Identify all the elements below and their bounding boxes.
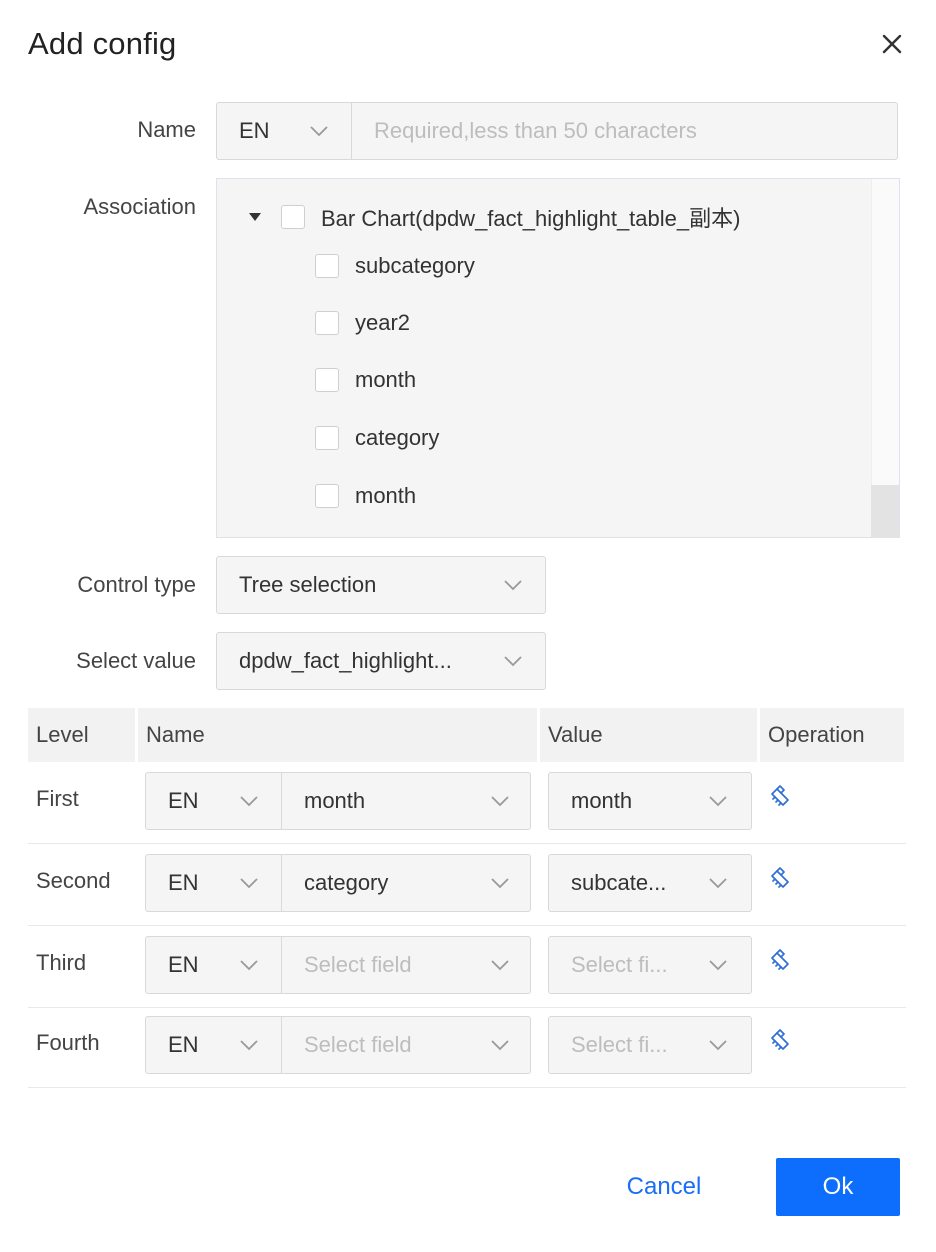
tree-item[interactable]: subcategory — [315, 253, 475, 279]
tree-item-label: month — [355, 483, 417, 508]
chevron-down-icon — [240, 1040, 258, 1051]
chevron-down-icon — [709, 878, 727, 889]
tree-root-item[interactable]: Bar Chart(dpdw_fact_highlight_table_副本) — [249, 201, 740, 233]
lang-select[interactable]: EN — [146, 773, 281, 829]
tree-item-checkbox[interactable] — [315, 426, 339, 450]
caret-down-icon[interactable] — [249, 213, 261, 221]
value-field-select[interactable]: Select fi... — [548, 936, 752, 994]
table-row: Fourth EN Select field Select fi... — [28, 1006, 906, 1088]
name-lang-value: EN — [239, 118, 270, 143]
chevron-down-icon — [310, 126, 328, 137]
select-value-select[interactable]: dpdw_fact_highlight... — [216, 632, 546, 690]
control-type-value: Tree selection — [239, 572, 377, 597]
table-row: Second EN category subcate... — [28, 844, 906, 926]
level-label: First — [36, 786, 79, 811]
close-icon[interactable] — [877, 29, 907, 59]
chevron-down-icon — [240, 878, 258, 889]
header-name: Name — [138, 708, 537, 762]
tree-item[interactable]: category — [315, 425, 439, 451]
name-field-value: Select field — [304, 1032, 412, 1057]
value-field-select[interactable]: month — [548, 772, 752, 830]
tree-item-label: subcategory — [355, 253, 475, 278]
name-input-placeholder: Required,less than 50 characters — [374, 118, 697, 143]
ok-button[interactable]: Ok — [776, 1158, 900, 1216]
value-field-select[interactable]: Select fi... — [548, 1016, 752, 1074]
chevron-down-icon — [491, 960, 509, 971]
clear-icon[interactable] — [767, 1028, 793, 1054]
name-field-value: Select field — [304, 952, 412, 977]
header-value: Value — [540, 708, 757, 762]
chevron-down-icon — [709, 1040, 727, 1051]
level-label: Fourth — [36, 1030, 100, 1055]
field-select-group: EN Select field — [145, 936, 531, 994]
chevron-down-icon — [504, 656, 522, 667]
name-field-select[interactable]: month — [281, 773, 530, 829]
lang-value: EN — [168, 1032, 199, 1057]
tree-item-label: year2 — [355, 310, 411, 335]
name-field-select[interactable]: Select field — [281, 937, 530, 993]
tree-scrollbar[interactable] — [871, 179, 899, 537]
clear-icon[interactable] — [767, 784, 793, 810]
name-field-select[interactable]: Select field — [281, 1017, 530, 1073]
value-field-value: subcate... — [571, 870, 667, 895]
chevron-down-icon — [491, 878, 509, 889]
chevron-down-icon — [491, 1040, 509, 1051]
tree-item[interactable]: month — [315, 483, 416, 509]
tree-item[interactable]: month — [315, 367, 416, 393]
lang-select[interactable]: EN — [146, 937, 281, 993]
header-operation: Operation — [760, 708, 904, 762]
name-field-select[interactable]: category — [281, 855, 530, 911]
chevron-down-icon — [504, 580, 522, 591]
value-field-value: month — [571, 788, 633, 813]
header-level: Level — [28, 708, 135, 762]
level-label: Second — [36, 868, 111, 893]
field-select-group: EN category — [145, 854, 531, 912]
tree-item-checkbox[interactable] — [315, 368, 339, 392]
tree-item-checkbox[interactable] — [315, 254, 339, 278]
select-value-value: dpdw_fact_highlight... — [239, 648, 452, 673]
lang-value: EN — [168, 870, 199, 895]
table-row: Third EN Select field Select fi... — [28, 926, 906, 1008]
tree-item-checkbox[interactable] — [315, 311, 339, 335]
tree-root-checkbox[interactable] — [281, 205, 305, 229]
name-lang-select[interactable]: EN — [217, 103, 351, 159]
value-field-value: Select fi... — [571, 1032, 668, 1057]
clear-icon[interactable] — [767, 866, 793, 892]
tree-item-label: month — [355, 367, 417, 392]
table-row: First EN month month — [28, 762, 906, 844]
tree-item-label: category — [355, 425, 440, 450]
lang-select[interactable]: EN — [146, 1017, 281, 1073]
lang-select[interactable]: EN — [146, 855, 281, 911]
tree-item-checkbox[interactable] — [315, 484, 339, 508]
lang-value: EN — [168, 952, 199, 977]
association-tree: Bar Chart(dpdw_fact_highlight_table_副本) … — [216, 178, 900, 538]
name-input[interactable]: Required,less than 50 characters — [351, 103, 897, 159]
control-type-select[interactable]: Tree selection — [216, 556, 546, 614]
table-header: Level Name Value Operation — [28, 708, 904, 762]
field-select-group: EN Select field — [145, 1016, 531, 1074]
select-value-label: Select value — [76, 648, 196, 673]
association-label: Association — [83, 194, 196, 219]
chevron-down-icon — [240, 796, 258, 807]
control-type-label: Control type — [77, 572, 196, 597]
field-select-group: EN month — [145, 772, 531, 830]
chevron-down-icon — [240, 960, 258, 971]
level-label: Third — [36, 950, 87, 975]
dialog-title: Add config — [28, 26, 177, 61]
name-label: Name — [137, 117, 196, 142]
tree-scrollbar-thumb[interactable] — [871, 485, 899, 537]
clear-icon[interactable] — [767, 948, 793, 974]
name-field-value: category — [304, 870, 389, 895]
tree-root-label: Bar Chart(dpdw_fact_highlight_table_副本) — [321, 206, 741, 231]
lang-value: EN — [168, 788, 199, 813]
cancel-button[interactable]: Cancel — [604, 1158, 724, 1216]
chevron-down-icon — [709, 960, 727, 971]
tree-item[interactable]: year2 — [315, 310, 410, 336]
value-field-select[interactable]: subcate... — [548, 854, 752, 912]
name-field-value: month — [304, 788, 366, 813]
chevron-down-icon — [709, 796, 727, 807]
name-input-group: EN Required,less than 50 characters — [216, 102, 898, 160]
chevron-down-icon — [491, 796, 509, 807]
value-field-value: Select fi... — [571, 952, 668, 977]
